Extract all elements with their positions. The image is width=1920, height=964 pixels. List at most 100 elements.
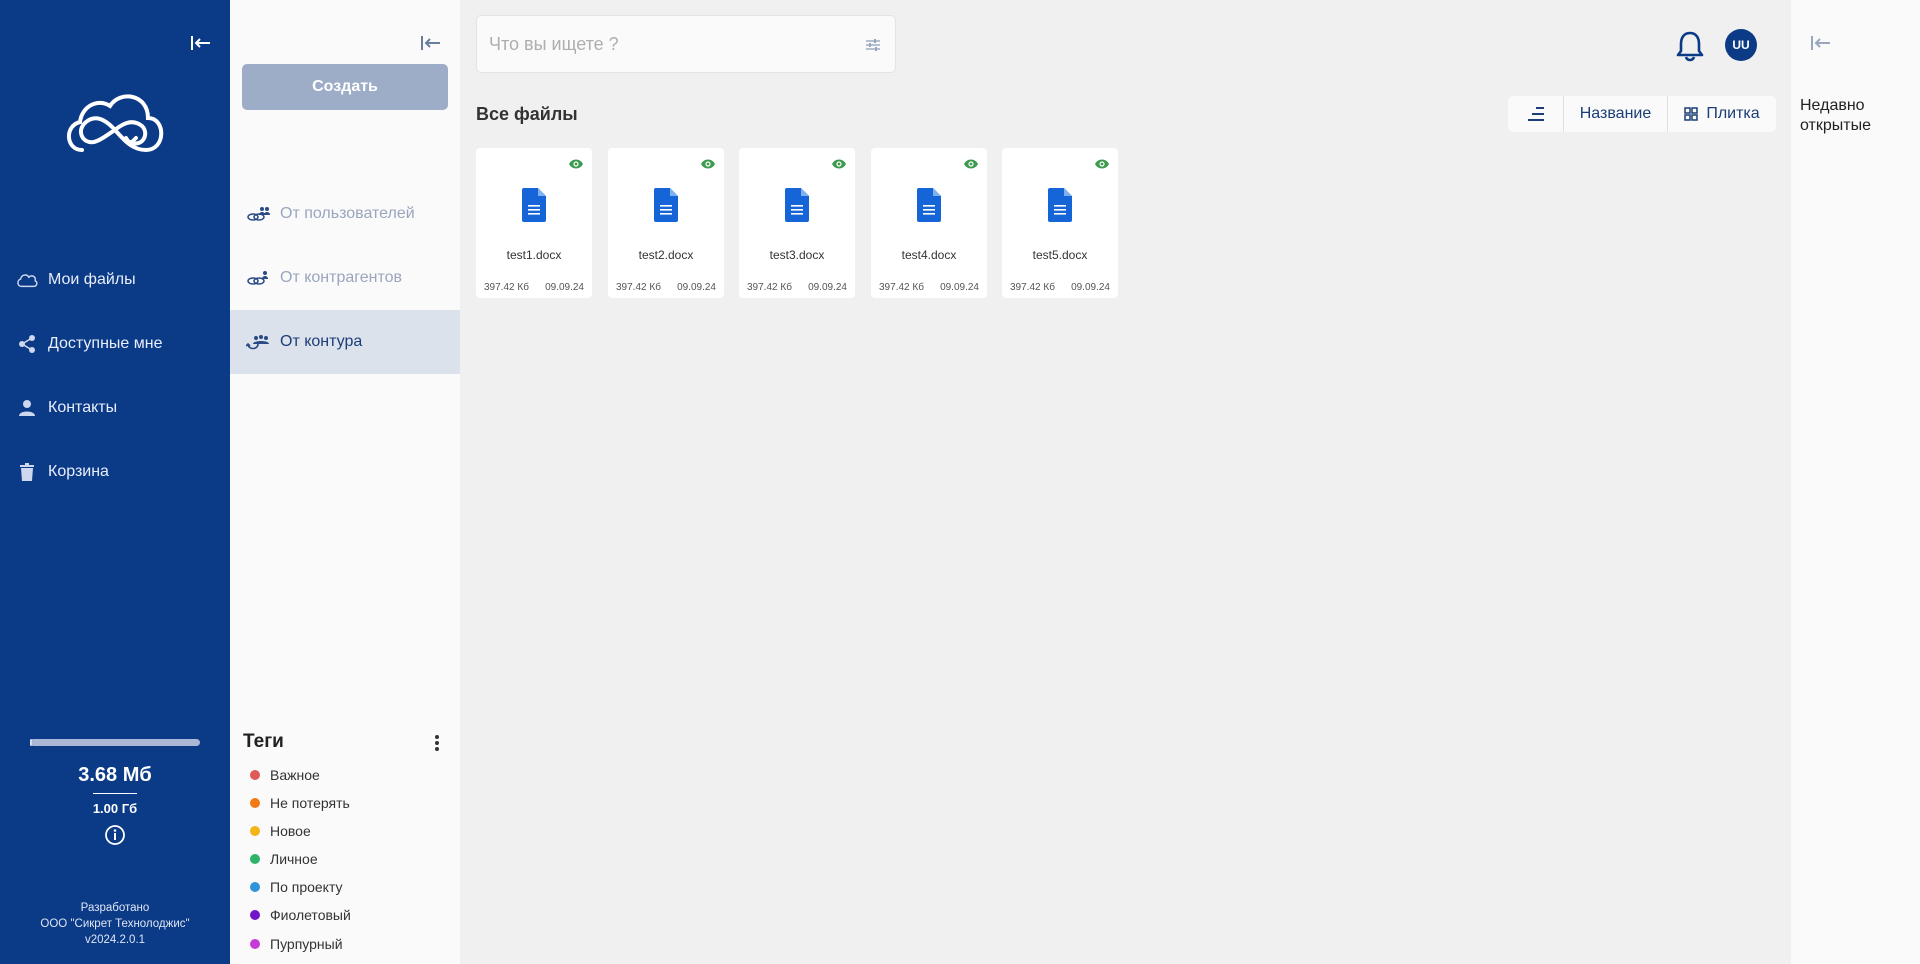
tag-color-dot [250, 826, 260, 836]
file-size: 397.42 Кб [747, 282, 792, 293]
sidebar-item-shared[interactable]: Доступные мне [0, 322, 230, 366]
view-label: Плитка [1706, 105, 1760, 122]
counterparty-link-icon [247, 271, 268, 285]
main-sidebar: Мои файлы Доступные мне Контакты Корзина… [0, 0, 230, 964]
docx-file-icon [654, 188, 678, 222]
sort-by-name-button[interactable]: Название [1564, 96, 1668, 132]
tile-view-button[interactable]: Плитка [1668, 96, 1776, 132]
sidebar-item-label: Корзина [48, 463, 109, 480]
docx-file-icon [1048, 188, 1072, 222]
sort-icon [1527, 107, 1544, 121]
source-item-contour[interactable]: От контура [230, 310, 460, 374]
tag-color-dot [250, 939, 260, 949]
tag-item[interactable]: Важное [250, 765, 320, 785]
tags-title: Теги [243, 731, 284, 752]
file-size: 397.42 Кб [1010, 282, 1055, 293]
collapse-panel-icon[interactable] [420, 34, 442, 52]
file-card[interactable]: test2.docx 397.42 Кб 09.09.24 [608, 148, 724, 298]
sidebar-item-label: Мои файлы [48, 271, 136, 288]
more-vertical-icon[interactable] [432, 733, 442, 753]
recent-files-title: Недавно открытые [1800, 97, 1871, 134]
tag-label: Не потерять [270, 795, 350, 811]
sidebar-item-label: Доступные мне [48, 335, 163, 352]
grid-view-icon [1684, 107, 1699, 121]
docx-file-icon [917, 188, 941, 222]
share-icon [16, 333, 38, 355]
tag-item[interactable]: Не потерять [250, 793, 350, 813]
file-card[interactable]: test1.docx 397.42 Кб 09.09.24 [476, 148, 592, 298]
source-item-label: От пользователей [280, 205, 415, 222]
file-name: test1.docx [506, 248, 562, 262]
tag-item[interactable]: Пурпурный [250, 934, 343, 954]
tag-color-dot [250, 854, 260, 864]
footer-company: ООО "Сикрет Технолоджис" [40, 918, 190, 930]
file-name: test3.docx [769, 248, 825, 262]
create-button[interactable]: Создать [242, 64, 448, 110]
source-panel: Создать От пользователей От контрагентов… [230, 0, 460, 964]
footer: Разработано ООО "Сикрет Технолоджис" v20… [0, 900, 230, 948]
docx-file-icon [522, 188, 546, 222]
file-card[interactable]: test3.docx 397.42 Кб 09.09.24 [739, 148, 855, 298]
sidebar-item-my-files[interactable]: Мои файлы [0, 258, 230, 302]
storage-divider [93, 793, 137, 794]
footer-developed: Разработано [80, 902, 150, 914]
source-item-users[interactable]: От пользователей [230, 182, 460, 246]
file-card[interactable]: test5.docx 397.42 Кб 09.09.24 [1002, 148, 1118, 298]
tag-color-dot [250, 882, 260, 892]
info-icon[interactable] [104, 824, 126, 846]
eye-icon[interactable] [568, 158, 584, 170]
contour-group-icon [246, 335, 269, 350]
tag-label: По проекту [270, 879, 343, 895]
bell-icon[interactable] [1675, 30, 1705, 62]
file-name: test4.docx [901, 248, 957, 262]
page-title: Все файлы [476, 104, 578, 124]
tag-label: Новое [270, 823, 311, 839]
view-toolbar: Название Плитка [1508, 96, 1776, 132]
storage-used: 3.68 Мб [78, 764, 152, 786]
tag-item[interactable]: По проекту [250, 877, 343, 897]
tag-color-dot [250, 770, 260, 780]
sidebar-item-trash[interactable]: Корзина [0, 450, 230, 494]
tag-item[interactable]: Личное [250, 849, 318, 869]
file-date: 09.09.24 [1071, 282, 1110, 293]
storage-total: 1.00 Гб [92, 801, 138, 816]
source-item-counterparties[interactable]: От контрагентов [230, 246, 460, 310]
tag-label: Фиолетовый [270, 907, 351, 923]
tag-label: Личное [270, 851, 318, 867]
eye-icon[interactable] [1094, 158, 1110, 170]
file-name: test2.docx [638, 248, 694, 262]
eye-icon[interactable] [831, 158, 847, 170]
main-content: UU Все файлы Название Плитка test1.d [460, 0, 1791, 964]
storage-progress-fill [30, 739, 32, 746]
file-size: 397.42 Кб [879, 282, 924, 293]
file-card[interactable]: test4.docx 397.42 Кб 09.09.24 [871, 148, 987, 298]
sidebar-item-contacts[interactable]: Контакты [0, 386, 230, 430]
tag-label: Пурпурный [270, 936, 343, 952]
file-date: 09.09.24 [808, 282, 847, 293]
tag-item[interactable]: Новое [250, 821, 311, 841]
filter-sliders-icon[interactable] [865, 38, 881, 52]
footer-version: v2024.2.0.1 [84, 934, 146, 946]
tag-item[interactable]: Фиолетовый [250, 905, 351, 925]
sidebar-item-label: Контакты [48, 399, 118, 416]
source-item-label: От контура [280, 333, 363, 350]
sort-label: Название [1579, 105, 1652, 122]
file-name: test5.docx [1032, 248, 1088, 262]
cloud-icon [16, 269, 38, 291]
source-item-label: От контрагентов [280, 269, 403, 286]
eye-icon[interactable] [963, 158, 979, 170]
collapse-sidebar-icon[interactable] [190, 34, 212, 52]
file-date: 09.09.24 [545, 282, 584, 293]
search-input[interactable] [489, 32, 849, 56]
docx-file-icon [785, 188, 809, 222]
trash-icon [16, 461, 38, 483]
file-size: 397.42 Кб [616, 282, 661, 293]
recent-panel: Недавно открытые [1791, 0, 1920, 964]
sort-order-button[interactable] [1508, 96, 1564, 132]
file-date: 09.09.24 [677, 282, 716, 293]
collapse-recent-panel-icon[interactable] [1810, 34, 1832, 52]
eye-icon[interactable] [700, 158, 716, 170]
storage-progress-bar [30, 739, 200, 746]
cloud-logo-icon[interactable] [62, 78, 168, 158]
avatar[interactable]: UU [1725, 29, 1757, 61]
